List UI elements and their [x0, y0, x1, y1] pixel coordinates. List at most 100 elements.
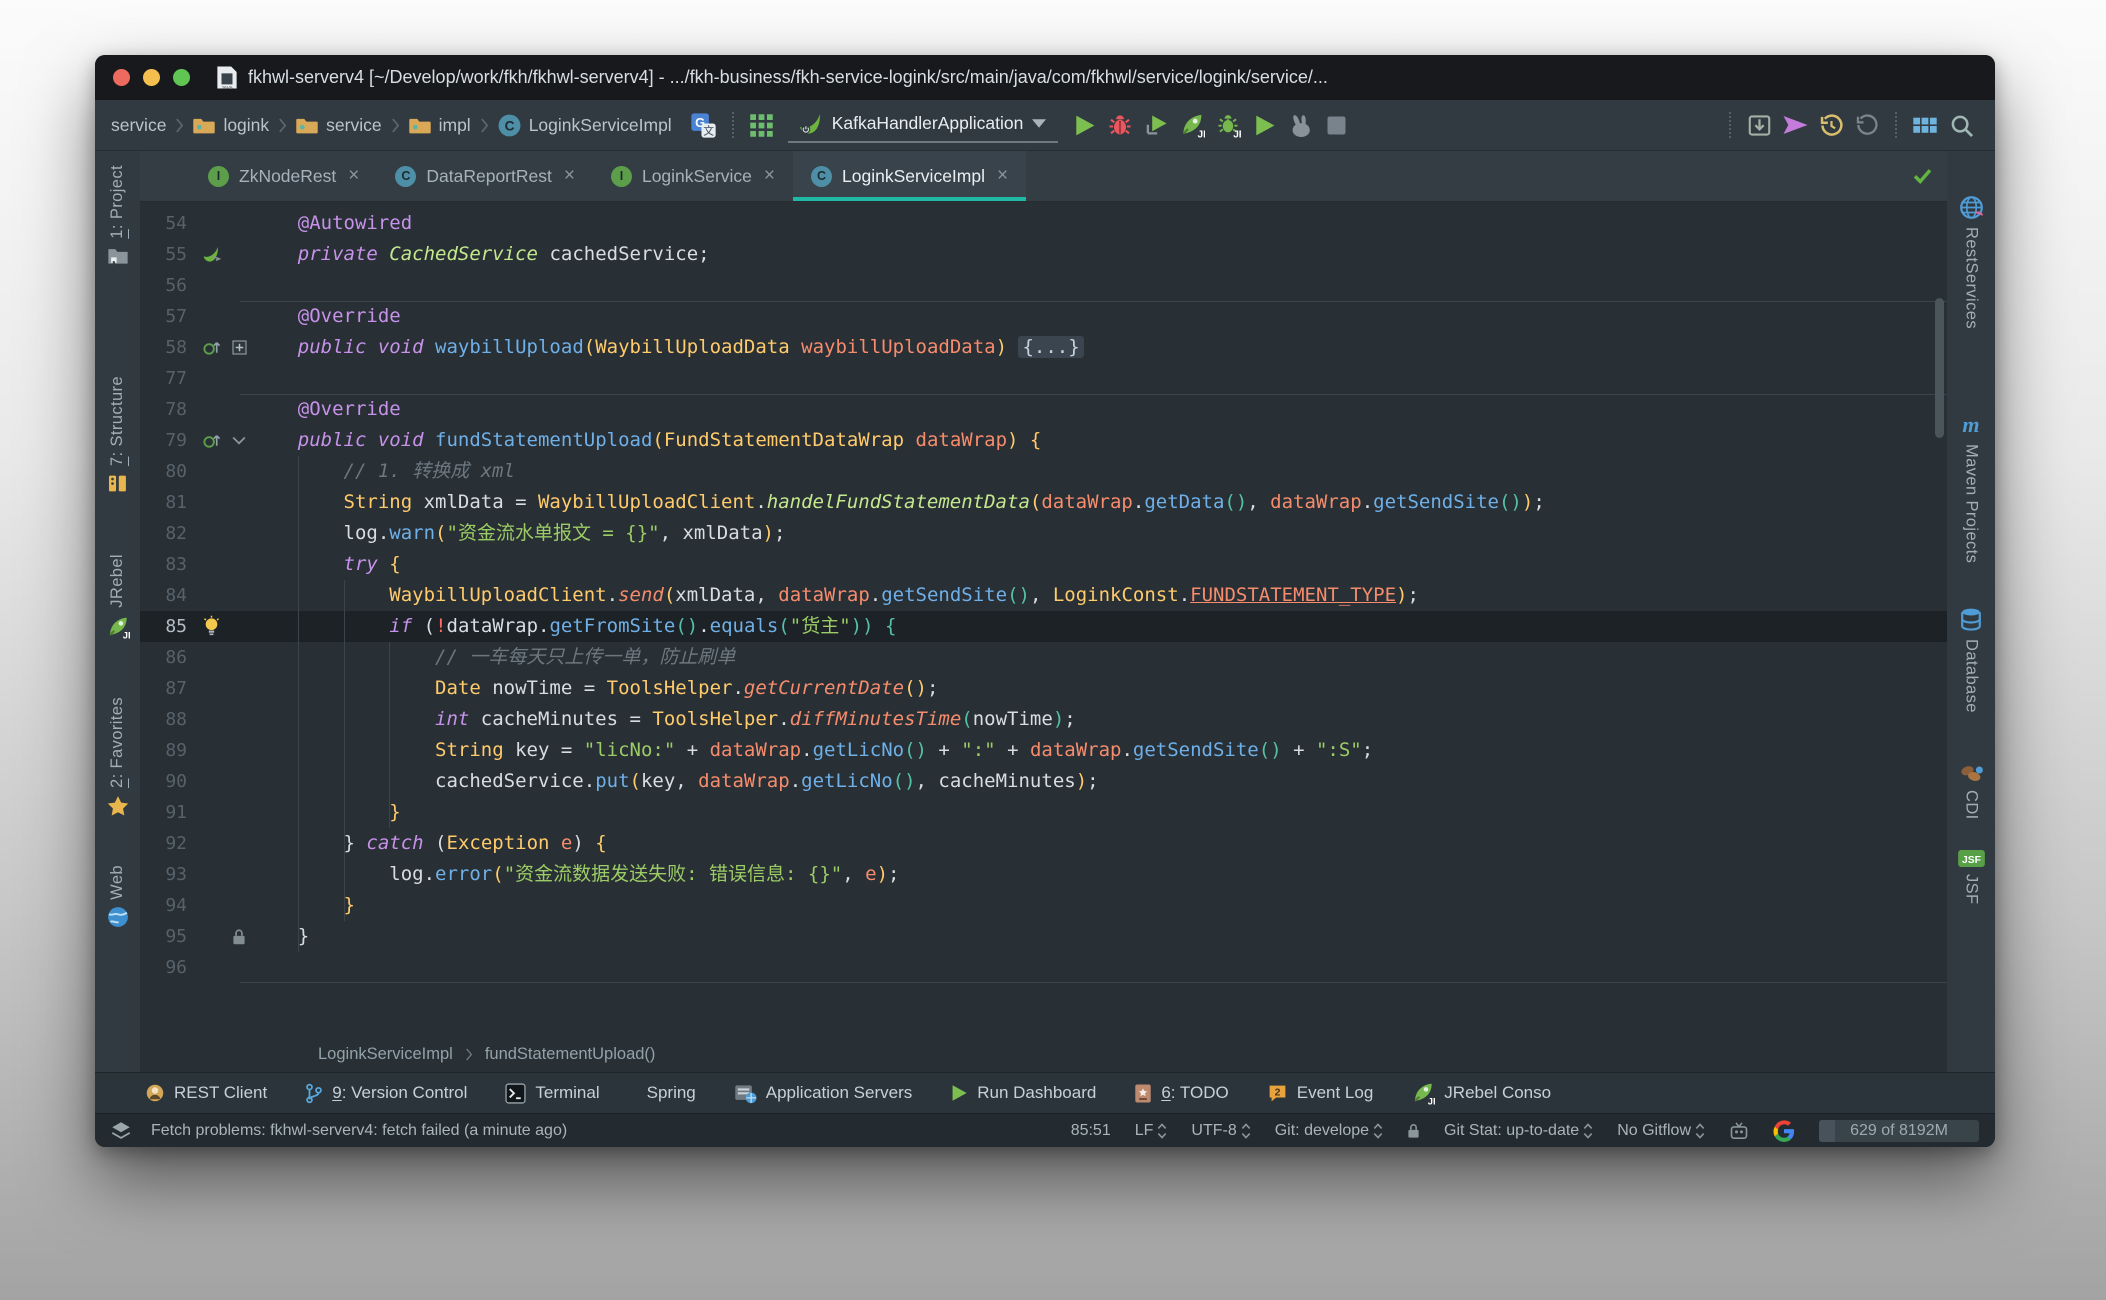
toolwindow-button-jrebel-conso[interactable]: JRJRebel Conso [1411, 1081, 1551, 1105]
editor-scrollbar[interactable] [1935, 298, 1944, 438]
code-line-90[interactable]: 90 cachedService.put(key, dataWrap.getLi… [140, 766, 1947, 797]
run-anything-button[interactable] [1246, 107, 1282, 143]
breadcrumb-item-service[interactable]: service [296, 115, 381, 136]
tool-button-database[interactable]: Database [1960, 607, 1982, 713]
toolwindow-button-9-version-control[interactable]: 9: Version Control [305, 1083, 467, 1104]
code-line-55[interactable]: 55 private CachedService cachedService; [140, 239, 1947, 270]
plus-icon[interactable] [226, 340, 252, 355]
tool-button-cdi[interactable]: CDI [1959, 764, 1984, 820]
code-line-86[interactable]: 86 // 一车每天只上传一单，防止刷单 [140, 642, 1947, 673]
code-line-83[interactable]: 83 try { [140, 549, 1947, 580]
tool-button-restservices[interactable]: RestServices [1959, 195, 1984, 329]
bulb-gutter-icon[interactable] [196, 615, 226, 639]
override-gutter-icon[interactable] [196, 338, 226, 357]
editor-tab-datareportrest[interactable]: CDataReportRest× [377, 151, 593, 201]
caret-position[interactable]: 85:51 [1071, 1122, 1111, 1140]
tool-button-1-project[interactable]: 1: Project [107, 165, 129, 266]
search-everywhere-button[interactable] [1943, 107, 1979, 143]
tool-button-jrebel[interactable]: JRebelJR [106, 554, 130, 639]
code-line-93[interactable]: 93 log.error("资金流数据发送失败: 错误信息: {}", e); [140, 859, 1947, 890]
service-grid-button[interactable] [744, 107, 780, 143]
encoding-select[interactable]: UTF-8 [1191, 1122, 1250, 1140]
breadcrumb-item-impl[interactable]: impl [409, 115, 471, 136]
code-line-82[interactable]: 82 log.warn("资金流水单报文 = {}", xmlData); [140, 518, 1947, 549]
code-line-79[interactable]: 79 public void fundStatementUpload(FundS… [140, 425, 1947, 456]
robot-icon[interactable] [1729, 1121, 1749, 1140]
code-line-85[interactable]: 85 if (!dataWrap.getFromSite().equals("货… [140, 611, 1947, 642]
breadcrumb-item-loginkserviceimpl[interactable]: CLoginkServiceImpl [498, 114, 672, 137]
plugins-grid-button[interactable] [1907, 107, 1943, 143]
translate-button[interactable]: G文 [686, 107, 722, 143]
toolwindow-button-event-log[interactable]: 2Event Log [1267, 1083, 1374, 1104]
zoom-window-button[interactable] [173, 69, 190, 86]
toolwindow-button-run-dashboard[interactable]: Run Dashboard [950, 1083, 1096, 1103]
lock-icon[interactable] [1407, 1123, 1420, 1139]
code-line-95[interactable]: 95 } [140, 921, 1947, 952]
close-window-button[interactable] [113, 69, 130, 86]
code-line-84[interactable]: 84 WaybillUploadClient.send(xmlData, dat… [140, 580, 1947, 611]
tab-close-icon[interactable]: × [764, 165, 775, 187]
google-icon[interactable] [1773, 1120, 1795, 1142]
code-line-58[interactable]: 58 public void waybillUpload(WaybillUplo… [140, 332, 1947, 363]
title-bar[interactable]: JAVA fkhwl-serverv4 [~/Develop/work/fkh/… [95, 55, 1995, 100]
toolwindow-button-application-servers[interactable]: Application Servers [734, 1083, 912, 1104]
run-button[interactable] [1066, 107, 1102, 143]
tab-close-icon[interactable]: × [564, 165, 575, 187]
update-project-button[interactable] [1741, 107, 1777, 143]
line-separator-select[interactable]: LF [1135, 1122, 1168, 1140]
code-line-91[interactable]: 91 } [140, 797, 1947, 828]
code-line-94[interactable]: 94 } [140, 890, 1947, 921]
tab-close-icon[interactable]: × [348, 165, 359, 187]
code-editor[interactable]: 54 @Autowired55 private CachedService ca… [140, 202, 1947, 1036]
tab-close-icon[interactable]: × [997, 165, 1008, 187]
code-line-77[interactable]: 77 [140, 363, 1947, 394]
code-line-57[interactable]: 57 @Override [140, 301, 1947, 332]
editor-tab-loginkserviceimpl[interactable]: CLoginkServiceImpl× [793, 151, 1026, 201]
code-line-80[interactable]: 80 // 1. 转换成 xml [140, 456, 1947, 487]
toolwindow-button-terminal[interactable]: Terminal [505, 1083, 599, 1104]
code-line-87[interactable]: 87 Date nowTime = ToolsHelper.getCurrent… [140, 673, 1947, 704]
toolwindow-button-6-todo[interactable]: 6: TODO [1134, 1083, 1228, 1104]
debug-button[interactable] [1102, 107, 1138, 143]
code-line-56[interactable]: 56 [140, 270, 1947, 301]
tool-button-web[interactable]: Web [107, 865, 129, 929]
jrebel-debug-button[interactable]: JR [1210, 107, 1246, 143]
minimize-window-button[interactable] [143, 69, 160, 86]
jrebel-run-button[interactable]: JR [1174, 107, 1210, 143]
rollback-button[interactable] [1849, 107, 1885, 143]
chevron-fold-icon[interactable] [226, 436, 252, 446]
code-line-88[interactable]: 88 int cacheMinutes = ToolsHelper.diffMi… [140, 704, 1947, 735]
inspections-ok-icon[interactable] [1912, 165, 1933, 186]
toolwindow-button-rest-client[interactable]: REST Client [145, 1083, 267, 1103]
breadcrumb-class[interactable]: LoginkServiceImpl [318, 1045, 453, 1064]
tool-button-maven-projects[interactable]: mMaven Projects [1958, 413, 1984, 563]
stop-button[interactable] [1318, 107, 1354, 143]
editor-tab-zknoderest[interactable]: IZkNodeRest× [190, 151, 377, 201]
editor-tab-loginkservice[interactable]: ILoginkService× [593, 151, 793, 201]
run-configuration-select[interactable]: KafkaHandlerApplication [788, 108, 1059, 143]
gitflow-select[interactable]: No Gitflow [1617, 1122, 1705, 1140]
lock-icon[interactable] [226, 928, 252, 946]
breadcrumb-item-service[interactable]: service [111, 115, 166, 136]
code-line-96[interactable]: 96 [140, 952, 1947, 983]
breadcrumb-method[interactable]: fundStatementUpload() [485, 1045, 656, 1064]
layers-icon[interactable] [111, 1121, 131, 1141]
bean-gutter-icon[interactable] [196, 245, 226, 264]
code-line-54[interactable]: 54 @Autowired [140, 208, 1947, 239]
code-line-78[interactable]: 78 @Override [140, 394, 1947, 425]
breadcrumb-item-logink[interactable]: logink [193, 115, 269, 136]
tool-button-7-structure[interactable]: 7: Structure [107, 376, 128, 494]
tool-button-2-favorites[interactable]: 2: Favorites [107, 697, 129, 817]
memory-indicator[interactable]: 629 of 8192M [1819, 1120, 1979, 1142]
push-commit-button[interactable] [1777, 107, 1813, 143]
git-stat-select[interactable]: Git Stat: up-to-date [1444, 1122, 1593, 1140]
status-message[interactable]: Fetch problems: fkhwl-serverv4: fetch fa… [151, 1122, 567, 1140]
tool-button-jsf[interactable]: JSFJSF [1958, 850, 1985, 905]
profiler-button[interactable] [1282, 107, 1318, 143]
code-line-92[interactable]: 92 } catch (Exception e) { [140, 828, 1947, 859]
local-history-button[interactable] [1813, 107, 1849, 143]
git-branch-select[interactable]: Git: develope [1275, 1122, 1383, 1140]
code-line-89[interactable]: 89 String key = "licNo:" + dataWrap.getL… [140, 735, 1947, 766]
code-line-81[interactable]: 81 String xmlData = WaybillUploadClient.… [140, 487, 1947, 518]
toolwindow-button-spring[interactable]: Spring [638, 1083, 696, 1103]
